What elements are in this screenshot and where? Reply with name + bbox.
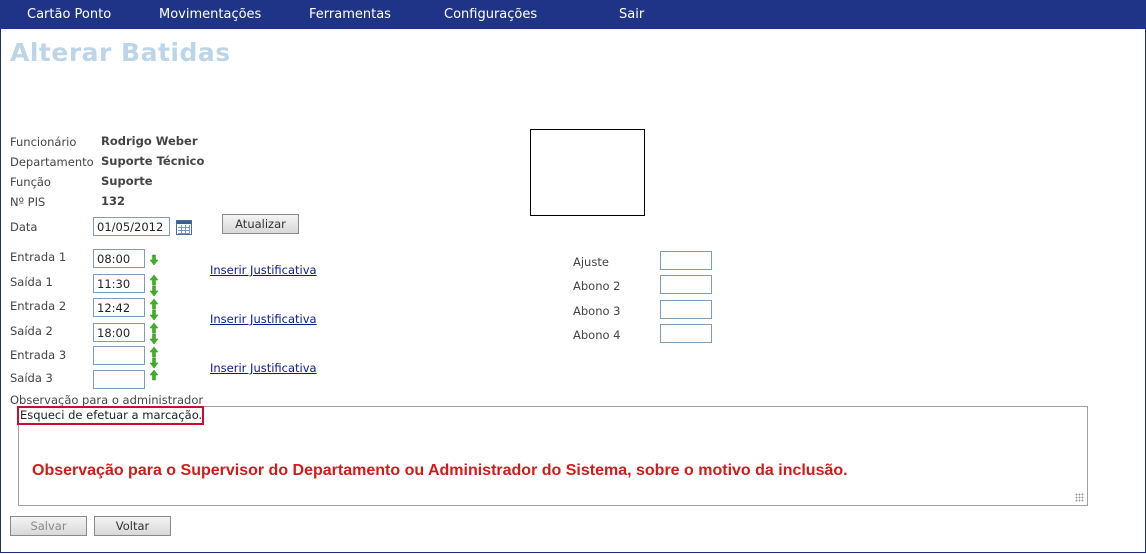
punch-input-saida-3[interactable] [93,370,145,389]
abono-4-label: Abono 4 [573,328,621,342]
move-down-arrow-icon[interactable] [149,254,159,266]
punch-input-entrada-2[interactable] [93,298,145,317]
employee-name-value: Rodrigo Weber [101,134,198,148]
move-down-arrow-icon[interactable] [149,285,159,297]
punch-input-entrada-3[interactable] [93,346,145,365]
observation-annotation: Observação para o Supervisor do Departam… [32,462,848,479]
menu-movimentacoes[interactable]: Movimentações [159,0,261,29]
adjustment-input[interactable] [660,251,712,270]
menu-configuracoes[interactable]: Configurações [444,0,537,29]
department-label: Departamento [10,155,94,169]
insert-justification-link-3[interactable]: Inserir Justificativa [210,361,317,375]
abono-2-input[interactable] [660,275,712,294]
punch-input-saida-2[interactable] [93,323,145,342]
abono-2-label: Abono 2 [573,279,621,293]
menu-ferramentas[interactable]: Ferramentas [309,0,391,29]
insert-justification-link-1[interactable]: Inserir Justificativa [210,263,317,277]
pis-value: 132 [101,194,126,208]
top-menu-bar: Cartão Ponto Movimentações Ferramentas C… [0,0,1146,29]
menu-sair[interactable]: Sair [619,0,644,29]
observation-label: Observação para o administrador [10,393,204,407]
save-button[interactable]: Salvar [10,516,87,536]
move-up-arrow-icon[interactable] [149,369,159,381]
punch-input-saida-1[interactable] [93,274,145,293]
abono-3-input[interactable] [660,300,712,319]
resize-grip-icon[interactable] [1075,493,1084,502]
calendar-icon[interactable] [176,220,192,235]
role-value: Suporte [101,174,153,188]
abono-3-label: Abono 3 [573,304,621,318]
page-title: Alterar Batidas [10,38,231,67]
abono-4-input[interactable] [660,324,712,343]
back-button[interactable]: Voltar [94,516,171,536]
date-label: Data [10,220,38,234]
employee-name-label: Funcionário [10,135,77,149]
date-input[interactable] [93,217,170,236]
punch-label-entrada-3: Entrada 3 [10,348,67,362]
adjustment-label: Ajuste [573,255,609,269]
pis-label: Nº PIS [10,195,46,209]
punch-label-saida-1: Saída 1 [10,275,53,289]
role-label: Função [10,175,51,189]
punch-label-entrada-2: Entrada 2 [10,299,67,313]
punch-label-saida-2: Saída 2 [10,324,53,338]
employee-photo [530,129,645,216]
move-down-arrow-icon[interactable] [149,357,159,369]
punch-input-entrada-1[interactable] [93,249,145,268]
punch-label-entrada-1: Entrada 1 [10,250,67,264]
menu-cartao-ponto[interactable]: Cartão Ponto [27,0,111,29]
insert-justification-link-2[interactable]: Inserir Justificativa [210,312,317,326]
move-down-arrow-icon[interactable] [149,309,159,321]
observation-highlight-box [17,406,204,425]
update-button[interactable]: Atualizar [222,214,299,234]
department-value: Suporte Técnico [101,154,205,168]
move-down-arrow-icon[interactable] [149,333,159,345]
punch-label-saida-3: Saída 3 [10,371,53,385]
